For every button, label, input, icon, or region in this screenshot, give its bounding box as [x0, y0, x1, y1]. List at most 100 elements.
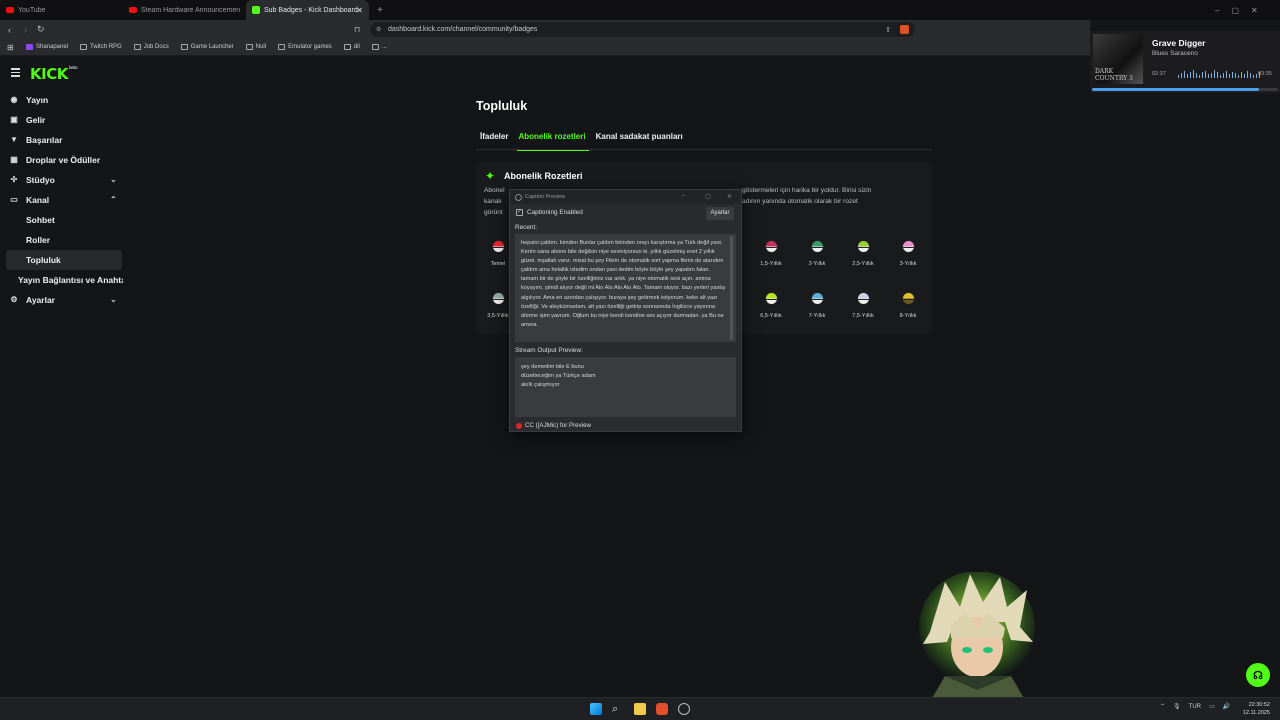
address-bar[interactable]: ⚙ dashboard.kick.com/channel/community/b… — [370, 22, 915, 37]
sidebar-item-roller[interactable]: Roller — [0, 230, 130, 250]
sidebar: ◉ Yayın ▣ Gelir ▼ Başarılar ▦ Droplar ve Ödü… — [0, 90, 130, 310]
kick-logo[interactable]: KICKbeta — [30, 65, 78, 83]
output-preview-box[interactable]: şey demedim bile E bunu düzelteceğim ya … — [515, 357, 736, 417]
sidebar-item-stream-key[interactable]: Yayın Bağlantısı ve Anahtar — [0, 270, 123, 290]
sidebar-item-label: Roller — [26, 235, 51, 245]
bookmark-item[interactable]: Game Launcher — [180, 44, 234, 50]
bookmark-label: Game Launcher — [190, 44, 234, 50]
minimize-icon[interactable]: – — [682, 193, 685, 199]
waveform-bar — [1234, 73, 1237, 78]
sidebar-item-studyo[interactable]: ✣ Stüdyo ⌄ — [0, 170, 130, 190]
support-chat-button[interactable]: ☊ — [1246, 663, 1270, 687]
maximize-icon[interactable]: ▢ — [705, 193, 711, 200]
sidebar-item-droplar[interactable]: ▦ Droplar ve Ödüller — [0, 150, 130, 170]
windows-start-icon[interactable] — [590, 703, 602, 715]
badge-item[interactable]: 2-Yıllık — [797, 240, 837, 267]
sidebar-item-basarilar[interactable]: ▼ Başarılar — [0, 130, 130, 150]
chevron-up-icon[interactable]: ⌃ — [1160, 703, 1165, 710]
window-controls-icon[interactable]: –▢✕ — [1215, 6, 1270, 15]
bookmark-item[interactable]: Emulator games — [278, 44, 332, 50]
badge-item[interactable]: 3-Yıllık — [888, 240, 928, 267]
site-info-icon[interactable]: ⚙ — [376, 26, 381, 33]
badge-item[interactable]: 6,5-Yıllık — [751, 292, 791, 319]
bookmark-item[interactable]: ... — [371, 44, 387, 50]
sidebar-item-ayarlar[interactable]: ⚙ Ayarlar ⌄ — [0, 290, 130, 310]
waveform-bar — [1219, 75, 1222, 78]
microphone-icon[interactable]: 🎙 — [1173, 703, 1181, 710]
badge-label: 7,5-Yıllık — [852, 313, 874, 319]
folder-icon — [371, 44, 379, 50]
menu-icon[interactable] — [11, 68, 20, 79]
bookmark-item[interactable]: Twitch RPG — [80, 44, 122, 50]
checkbox-label: Captioning Enabled — [527, 209, 583, 216]
tab-steam[interactable]: Steam Hardware Announcement - Yo — [123, 0, 246, 20]
waveform-bar — [1213, 70, 1216, 78]
waveform-bar — [1222, 73, 1225, 78]
waveform-bar — [1231, 72, 1234, 78]
chevron-up-icon[interactable]: ⌃ — [110, 195, 117, 204]
volume-icon[interactable]: 🔊 — [1223, 703, 1230, 710]
sparkle-icon: ✦ — [485, 169, 496, 183]
close-icon[interactable]: ✕ — [727, 193, 732, 200]
pokeball-icon — [810, 292, 824, 305]
output-preview-label: Stream Output Preview: — [515, 347, 583, 354]
reload-icon[interactable]: ↻ — [37, 24, 45, 35]
elapsed-time: 02:37 — [1152, 71, 1166, 77]
bookmark-label: Shanapanel — [36, 44, 69, 50]
chevron-down-icon[interactable]: ⌄ — [110, 295, 117, 304]
output-line: akıllı çalışmıyor — [521, 382, 560, 388]
bookmark-item[interactable]: dil — [343, 44, 360, 50]
share-icon[interactable]: ⇪ — [885, 26, 891, 34]
badge-item[interactable]: 1,5-Yıllık — [751, 240, 791, 267]
sidebar-item-label: Stüdyo — [26, 175, 55, 185]
new-tab-icon[interactable]: + — [377, 5, 383, 16]
settings-button[interactable]: Ayarlar — [706, 207, 734, 220]
file-explorer-icon[interactable] — [634, 703, 646, 715]
pokeball-icon — [856, 240, 870, 253]
bookmark-item[interactable]: Null — [245, 44, 267, 50]
badge-item[interactable]: 2,5-Yıllık — [843, 240, 883, 267]
system-tray: ⌃ 🎙 TUR ▭ 🔊 — [1160, 703, 1230, 711]
brave-shield-icon[interactable] — [900, 25, 909, 34]
badge-item[interactable]: 7,5-Yıllık — [843, 292, 883, 319]
search-icon[interactable]: ⌕ — [612, 703, 624, 715]
waveform-bar — [1201, 72, 1204, 78]
sidebar-item-topluluk[interactable]: Topluluk — [6, 250, 122, 270]
back-icon[interactable]: ‹ — [8, 25, 11, 35]
apps-grid-icon[interactable]: ⊞ — [7, 43, 14, 52]
obs-icon[interactable] — [678, 703, 690, 715]
tab-youtube[interactable]: YouTube — [0, 0, 123, 20]
recent-captions-textarea[interactable]: hepsini çaldım. kimden Bunlar çaldım bir… — [515, 234, 736, 342]
sidebar-item-yayin[interactable]: ◉ Yayın — [0, 90, 130, 110]
bookmark-item[interactable]: Job Docs — [133, 44, 169, 50]
sidebar-item-gelir[interactable]: ▣ Gelir — [0, 110, 130, 130]
badge-label: 2,5-Yıllık — [852, 261, 874, 267]
chevron-down-icon[interactable]: ⌄ — [110, 175, 117, 184]
clock[interactable]: 22:30:52 12.11.2025 — [1240, 701, 1270, 717]
caption-window-titlebar[interactable]: Caption Preview – ▢ ✕ — [510, 190, 741, 204]
waveform-bar — [1180, 73, 1183, 78]
language-indicator[interactable]: TUR — [1189, 704, 1201, 710]
waveform-bar — [1195, 73, 1198, 78]
sidebar-item-label: Yayın — [26, 95, 49, 105]
close-icon[interactable]: ✕ — [356, 6, 363, 15]
sidebar-item-label: Topluluk — [26, 255, 61, 265]
badge-item[interactable]: 8-Yıllık — [888, 292, 928, 319]
scrollbar[interactable] — [730, 236, 733, 340]
song-title: Grave Digger — [1152, 38, 1206, 48]
sidebar-item-sohbet[interactable]: Sohbet — [0, 210, 130, 230]
badge-label: 6,5-Yıllık — [760, 313, 782, 319]
captioning-enabled-checkbox[interactable]: ✓ Captioning Enabled — [516, 209, 583, 216]
badge-item[interactable]: 7-Yıllık — [797, 292, 837, 319]
tab-kick-dashboard[interactable]: Sub Badges - Kick Dashboard ✕ — [246, 0, 369, 20]
network-icon[interactable]: ▭ — [1209, 703, 1215, 710]
sidebar-item-kanal[interactable]: ▭ Kanal ⌃ — [0, 190, 130, 210]
card-description: kanalı — [484, 198, 502, 205]
logo-sup: beta — [68, 65, 78, 70]
forward-icon[interactable]: › — [24, 25, 27, 35]
bookmark-icon[interactable]: ⊓ — [354, 25, 360, 34]
bookmark-item[interactable]: Shanapanel — [26, 44, 68, 50]
windows-taskbar: ⌕ ⌃ 🎙 TUR ▭ 🔊 22:30:52 12.11.2025 — [0, 697, 1280, 720]
brave-browser-icon[interactable] — [656, 703, 668, 715]
bookmark-label: Null — [255, 44, 267, 50]
